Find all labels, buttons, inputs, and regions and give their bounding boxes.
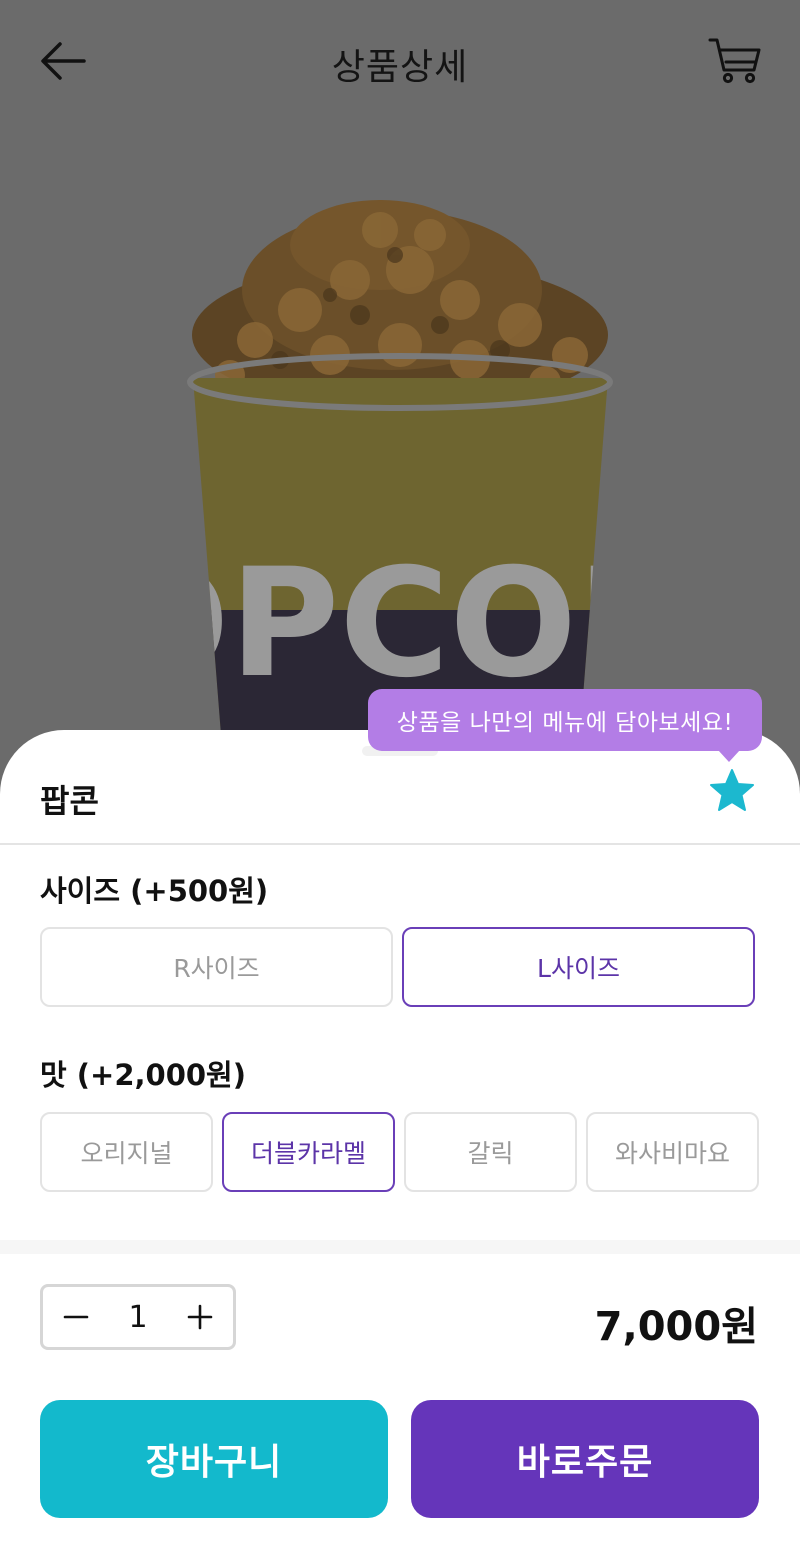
- flavor-section-label: 맛 (+2,000원): [40, 1058, 246, 1092]
- cup-label-text: POPCORN: [0, 537, 800, 711]
- size-option-r[interactable]: R사이즈: [40, 927, 393, 1007]
- flavor-option-double-caramel[interactable]: 더블카라멜: [222, 1112, 395, 1192]
- cart-icon: [708, 38, 761, 84]
- flavor-option-garlic[interactable]: 갈릭: [404, 1112, 577, 1192]
- add-to-cart-button[interactable]: 장바구니: [40, 1400, 388, 1518]
- quantity-value: 1: [128, 1299, 148, 1335]
- product-options-sheet: 팝콘 사이즈 (+500원) R사이즈 L사이즈 맛 (+2,000원) 오리지…: [0, 730, 800, 1555]
- minus-icon: [63, 1315, 89, 1319]
- product-name: 팝콘: [40, 782, 99, 820]
- size-option-l[interactable]: L사이즈: [402, 927, 755, 1007]
- cart-button[interactable]: [706, 32, 762, 88]
- order-now-button[interactable]: 바로주문: [411, 1400, 759, 1518]
- star-icon: [710, 769, 754, 811]
- total-price: 7,000원: [594, 1304, 758, 1350]
- favorite-tooltip: 상품을 나만의 메뉴에 담아보세요!: [368, 689, 762, 762]
- page-title: 상품상세: [331, 47, 469, 88]
- plus-icon: [187, 1304, 213, 1330]
- popcorn-bucket-image: POPCORN: [0, 200, 800, 760]
- product-image: POPCORN: [0, 120, 800, 760]
- divider: [0, 843, 800, 845]
- flavor-option-wasabi-mayo[interactable]: 와사비마요: [586, 1112, 759, 1192]
- section-separator: [0, 1240, 800, 1254]
- quantity-stepper: 1: [40, 1284, 236, 1350]
- header: 상품상세: [0, 0, 800, 120]
- size-section-label: 사이즈 (+500원): [40, 874, 269, 908]
- increment-button[interactable]: [185, 1302, 215, 1332]
- favorite-button[interactable]: [708, 768, 756, 814]
- flavor-option-original[interactable]: 오리지널: [40, 1112, 213, 1192]
- decrement-button[interactable]: [61, 1302, 91, 1332]
